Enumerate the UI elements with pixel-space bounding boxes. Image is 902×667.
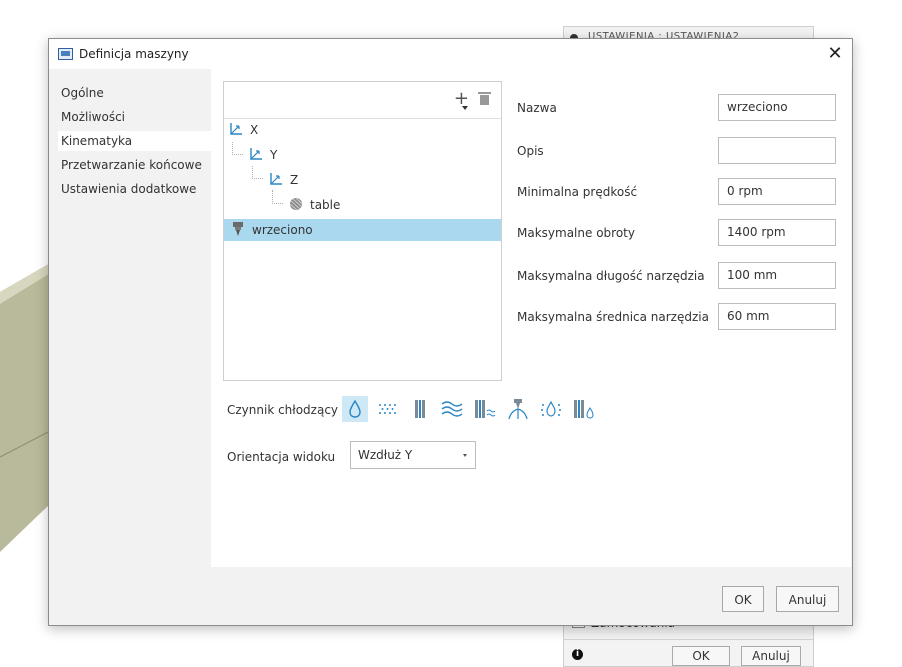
name-input[interactable] — [718, 94, 836, 121]
dialog-title: Definicja maszyny — [79, 47, 189, 61]
info-icon[interactable]: i — [572, 649, 583, 660]
air-through-tool-icon[interactable] — [472, 396, 498, 422]
close-button[interactable]: ✕ — [824, 43, 846, 65]
dialog-titlebar: Definicja maszyny ✕ — [49, 39, 852, 69]
axis-icon — [250, 148, 262, 160]
delete-icon[interactable] — [478, 92, 491, 105]
max-speed-input[interactable] — [718, 219, 836, 246]
chevron-down-icon — [463, 454, 467, 457]
through-tool-icon[interactable] — [407, 396, 433, 422]
machine-definition-dialog: Definicja maszyny ✕ Ogólne Możliwości Ki… — [48, 38, 853, 626]
suction-icon[interactable] — [505, 396, 531, 422]
spindle-icon — [233, 222, 243, 236]
view-orientation-select[interactable]: Wzdłuż Y — [350, 441, 476, 469]
background-cancel-button[interactable]: Anuluj — [741, 646, 801, 666]
tree-connector — [252, 166, 263, 179]
nav-item-additional-settings[interactable]: Ustawienia dodatkowe — [61, 179, 196, 199]
description-input[interactable] — [718, 137, 836, 164]
mist-icon[interactable] — [374, 396, 400, 422]
flood-through-tool-icon[interactable] — [571, 396, 597, 422]
nav-item-general[interactable]: Ogólne — [61, 83, 104, 103]
axis-icon — [270, 173, 282, 185]
tree-node-y[interactable]: Y — [248, 144, 496, 166]
dialog-nav: Ogólne Możliwości Kinematyka Przetwarzan… — [49, 69, 211, 567]
coolant-label: Czynnik chłodzący — [227, 403, 339, 417]
nav-item-post-processing[interactable]: Przetwarzanie końcowe — [61, 155, 202, 175]
tree-toolbar: + — [224, 82, 501, 119]
dialog-footer: OK Anuluj — [49, 567, 852, 625]
view-orientation-value: Wzdłuż Y — [358, 448, 413, 462]
machine-icon — [58, 48, 73, 60]
table-icon — [289, 197, 303, 211]
tree-node-label: wrzeciono — [252, 223, 313, 237]
air-icon[interactable] — [439, 396, 465, 422]
tree-node-label: Z — [290, 173, 299, 187]
flood-icon[interactable] — [342, 396, 368, 422]
max-tool-diameter-label: Maksymalna średnica narzędzia — [517, 310, 709, 324]
flood-mist-icon[interactable] — [538, 396, 564, 422]
tree-connector — [232, 142, 243, 155]
tree-node-table[interactable]: table — [288, 194, 496, 216]
name-label: Nazwa — [517, 101, 557, 115]
tree-node-label: Y — [270, 148, 278, 162]
ok-button[interactable]: OK — [722, 586, 764, 612]
description-label: Opis — [517, 144, 544, 158]
tree-node-z[interactable]: Z — [268, 169, 496, 191]
cancel-button[interactable]: Anuluj — [776, 586, 839, 612]
min-speed-label: Minimalna prędkość — [517, 185, 638, 199]
background-3d-model — [0, 262, 53, 562]
nav-item-capabilities[interactable]: Możliwości — [61, 107, 125, 127]
view-orientation-label: Orientacja widoku — [227, 450, 336, 464]
tree-node-spindle[interactable]: wrzeciono — [224, 219, 501, 241]
tree-node-label: table — [310, 198, 341, 212]
tree-connector — [272, 190, 283, 204]
tree-node-x[interactable]: X — [228, 119, 496, 141]
background-ok-button[interactable]: OK — [672, 646, 730, 666]
max-speed-label: Maksymalne obroty — [517, 226, 635, 240]
max-tool-length-label: Maksymalna długość narzędzia — [517, 269, 705, 283]
max-tool-length-input[interactable] — [718, 262, 836, 289]
axis-icon — [230, 123, 242, 135]
nav-item-kinematics[interactable]: Kinematyka — [58, 131, 211, 151]
kinematics-tree: + X Y Z table wrzeciono — [223, 81, 502, 381]
add-dropdown-icon[interactable] — [462, 106, 468, 110]
kinematics-panel: + X Y Z table wrzeciono Nazwa wrzeciono … — [211, 69, 851, 567]
tree-node-label: X — [250, 123, 259, 137]
min-speed-input[interactable] — [718, 178, 836, 205]
background-footer: i OK Anuluj — [564, 639, 813, 666]
max-tool-diameter-input[interactable] — [718, 303, 836, 330]
